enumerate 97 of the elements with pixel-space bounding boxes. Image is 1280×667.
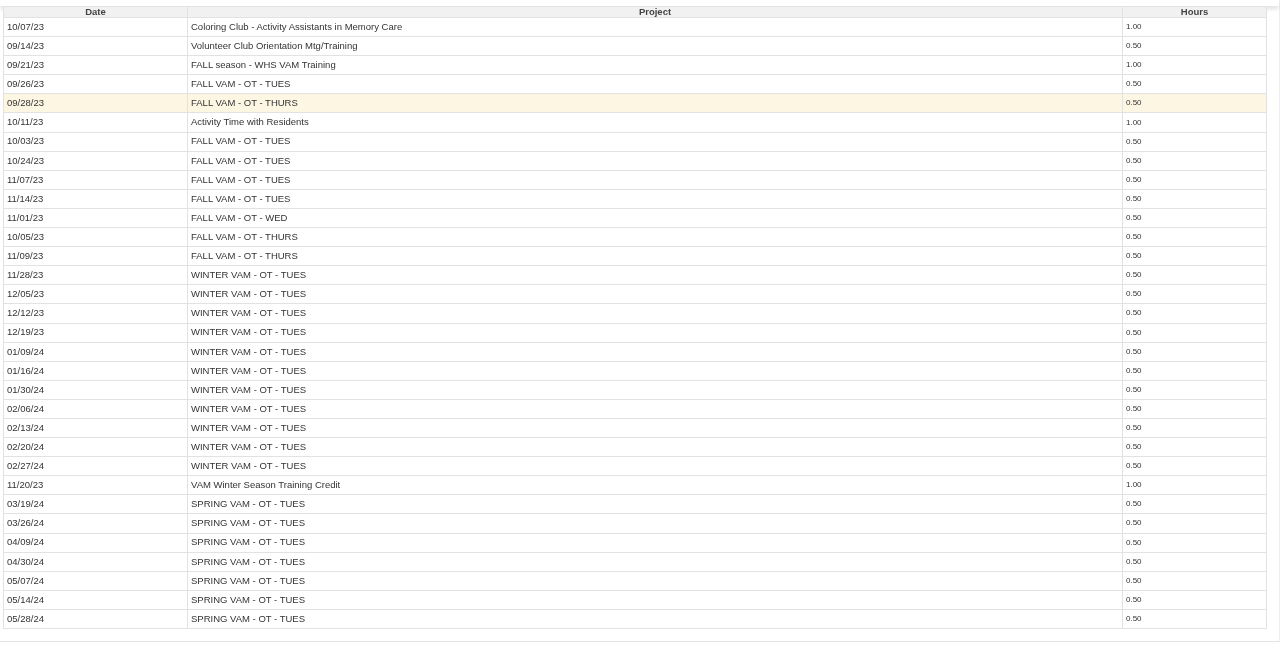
table-cell: FALL VAM - OT - WED: [187, 208, 1123, 228]
table-cell: SPRING VAM - OT - TUES: [187, 494, 1123, 514]
table-cell: FALL VAM - OT - TUES: [187, 170, 1123, 190]
table-cell: 0.50: [1122, 208, 1267, 228]
table-cell: 0.50: [1122, 590, 1267, 610]
table-cell: 12/12/23: [3, 303, 188, 323]
table-cell: 1.00: [1122, 55, 1267, 75]
table-cell: WINTER VAM - OT - TUES: [187, 342, 1123, 362]
table-cell: 04/30/24: [3, 552, 188, 572]
table-cell: 0.50: [1122, 303, 1267, 323]
column-header: Hours: [1122, 6, 1267, 18]
table-cell: 0.50: [1122, 533, 1267, 553]
column-header: Project: [187, 6, 1123, 18]
table-cell: 10/05/23: [3, 227, 188, 247]
table-cell: 02/13/24: [3, 418, 188, 438]
table-cell: WINTER VAM - OT - TUES: [187, 437, 1123, 457]
table-cell: 02/27/24: [3, 456, 188, 476]
table-cell: 05/28/24: [3, 609, 188, 629]
table-cell: 09/28/23: [3, 93, 188, 113]
table-cell: 0.50: [1122, 227, 1267, 247]
table-cell: 0.50: [1122, 342, 1267, 362]
table-cell: 0.50: [1122, 151, 1267, 171]
table-cell: 01/16/24: [3, 361, 188, 381]
table-cell: 12/05/23: [3, 284, 188, 304]
table-cell: 02/06/24: [3, 399, 188, 419]
table-cell: SPRING VAM - OT - TUES: [187, 533, 1123, 553]
table-cell: 10/07/23: [3, 17, 188, 37]
table-cell: 1.00: [1122, 475, 1267, 495]
table-cell: 1.00: [1122, 112, 1267, 133]
table-cell: 0.50: [1122, 246, 1267, 266]
table-cell: 0.50: [1122, 494, 1267, 514]
table-cell: Activity Time with Residents: [187, 112, 1123, 133]
table-cell: 02/20/24: [3, 437, 188, 457]
table-cell: 10/24/23: [3, 151, 188, 171]
table-cell: 0.50: [1122, 418, 1267, 438]
table-cell: WINTER VAM - OT - TUES: [187, 418, 1123, 438]
table-cell: 0.50: [1122, 132, 1267, 152]
table-cell: 11/07/23: [3, 170, 188, 190]
table-cell: WINTER VAM - OT - TUES: [187, 380, 1123, 400]
table-cell: SPRING VAM - OT - TUES: [187, 513, 1123, 534]
table-cell: 11/14/23: [3, 189, 188, 209]
table-cell: 10/11/23: [3, 112, 188, 133]
column-header: Date: [3, 6, 188, 18]
table-cell: 09/14/23: [3, 36, 188, 56]
table-cell: 0.50: [1122, 361, 1267, 381]
table-cell: 05/07/24: [3, 571, 188, 591]
table-cell: 0.50: [1122, 552, 1267, 572]
table-cell: SPRING VAM - OT - TUES: [187, 552, 1123, 572]
table-cell: FALL VAM - OT - THURS: [187, 227, 1123, 247]
table-cell: 0.50: [1122, 571, 1267, 591]
table-cell: 0.50: [1122, 609, 1267, 629]
table-cell: 01/09/24: [3, 342, 188, 362]
table-cell: FALL season - WHS VAM Training: [187, 55, 1123, 75]
table-cell: 09/26/23: [3, 74, 188, 94]
table-cell: FALL VAM - OT - TUES: [187, 74, 1123, 94]
table-cell: 01/30/24: [3, 380, 188, 400]
table-cell: 1.00: [1122, 17, 1267, 37]
table-cell: 12/19/23: [3, 323, 188, 343]
table-cell: 09/21/23: [3, 55, 188, 75]
table-cell: WINTER VAM - OT - TUES: [187, 323, 1123, 343]
table-cell: 0.50: [1122, 265, 1267, 285]
table-cell: 10/03/23: [3, 132, 188, 152]
table-cell: 11/20/23: [3, 475, 188, 495]
table-cell: 0.50: [1122, 380, 1267, 400]
table-cell: 0.50: [1122, 36, 1267, 56]
table-cell: 03/26/24: [3, 513, 188, 534]
table-cell: WINTER VAM - OT - TUES: [187, 265, 1123, 285]
table-cell: 04/09/24: [3, 533, 188, 553]
table-cell: 0.50: [1122, 284, 1267, 304]
table-cell: 11/28/23: [3, 265, 188, 285]
table-cell: SPRING VAM - OT - TUES: [187, 571, 1123, 591]
table-cell: 0.50: [1122, 189, 1267, 209]
table-cell: FALL VAM - OT - TUES: [187, 132, 1123, 152]
table-cell: 0.50: [1122, 170, 1267, 190]
table-cell: FALL VAM - OT - THURS: [187, 246, 1123, 266]
table-cell: FALL VAM - OT - TUES: [187, 189, 1123, 209]
table-cell: WINTER VAM - OT - TUES: [187, 303, 1123, 323]
table-cell: 0.50: [1122, 456, 1267, 476]
table-cell: 0.50: [1122, 437, 1267, 457]
table-cell: 0.50: [1122, 74, 1267, 94]
table-cell: Volunteer Club Orientation Mtg/Training: [187, 36, 1123, 56]
table-cell: WINTER VAM - OT - TUES: [187, 284, 1123, 304]
table-cell: FALL VAM - OT - TUES: [187, 151, 1123, 171]
table-cell: 0.50: [1122, 399, 1267, 419]
table-cell: 0.50: [1122, 513, 1267, 534]
table-cell: VAM Winter Season Training Credit: [187, 475, 1123, 495]
table-cell: 11/09/23: [3, 246, 188, 266]
table-cell: SPRING VAM - OT - TUES: [187, 590, 1123, 610]
table-cell: 11/01/23: [3, 208, 188, 228]
table-cell: WINTER VAM - OT - TUES: [187, 399, 1123, 419]
table-cell: Coloring Club - Activity Assistants in Memory Care: [187, 17, 1123, 37]
table-cell: SPRING VAM - OT - TUES: [187, 609, 1123, 629]
table-cell: WINTER VAM - OT - TUES: [187, 361, 1123, 381]
table-cell: 03/19/24: [3, 494, 188, 514]
table-cell: 0.50: [1122, 323, 1267, 343]
table-cell: WINTER VAM - OT - TUES: [187, 456, 1123, 476]
table-cell: 05/14/24: [3, 590, 188, 610]
